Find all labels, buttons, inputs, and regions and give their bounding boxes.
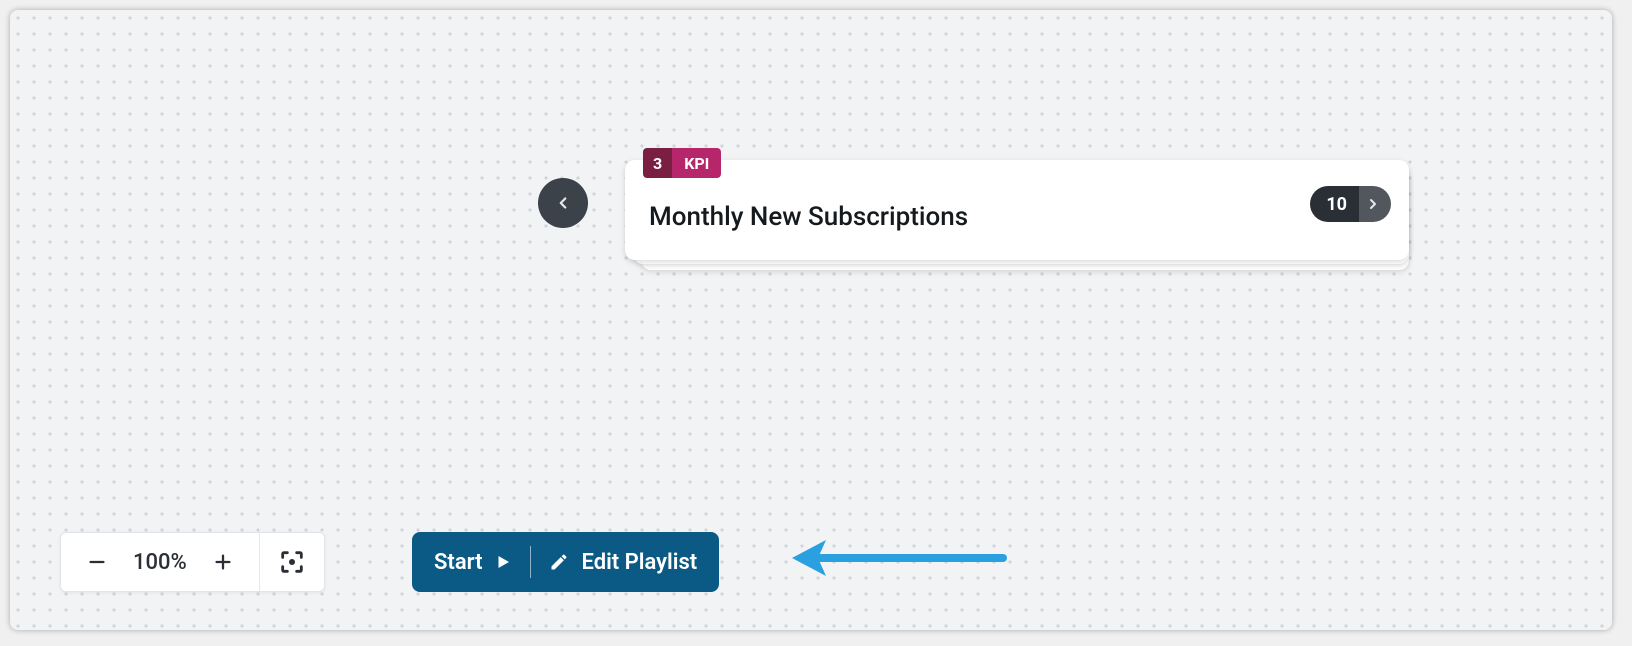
playlist-card[interactable]: 3 KPI Monthly New Subscriptions 10 bbox=[625, 160, 1409, 260]
center-focus-icon bbox=[278, 548, 306, 576]
card-type-label: KPI bbox=[672, 148, 721, 178]
next-card-button[interactable]: 10 bbox=[1310, 186, 1391, 222]
minus-icon bbox=[86, 551, 108, 573]
card-total-count: 10 bbox=[1310, 186, 1359, 222]
card-index-badge: 3 bbox=[643, 148, 672, 178]
plus-icon bbox=[212, 551, 234, 573]
dashboard-canvas[interactable]: 3 KPI Monthly New Subscriptions 10 bbox=[10, 10, 1612, 630]
prev-card-button[interactable] bbox=[538, 178, 588, 228]
annotation-arrow-icon bbox=[788, 528, 1008, 588]
zoom-out-button[interactable] bbox=[79, 544, 115, 580]
playlist-card-stack: 3 KPI Monthly New Subscriptions 10 bbox=[625, 160, 1405, 260]
start-button[interactable]: Start bbox=[434, 550, 512, 575]
start-label: Start bbox=[434, 550, 482, 575]
edit-playlist-button[interactable]: Edit Playlist bbox=[549, 550, 697, 575]
fit-to-screen-button[interactable] bbox=[260, 533, 324, 591]
edit-playlist-label: Edit Playlist bbox=[581, 550, 697, 575]
zoom-in-button[interactable] bbox=[205, 544, 241, 580]
action-separator bbox=[530, 546, 531, 578]
zoom-controls: 100% bbox=[60, 532, 325, 592]
chevron-left-icon bbox=[554, 194, 572, 212]
card-type-badge: 3 KPI bbox=[643, 148, 721, 178]
zoom-level-label: 100% bbox=[129, 550, 191, 575]
chevron-right-icon bbox=[1359, 186, 1391, 222]
pencil-icon bbox=[549, 552, 569, 572]
card-title: Monthly New Subscriptions bbox=[649, 202, 968, 232]
play-icon bbox=[494, 553, 512, 571]
playlist-action-bar: Start Edit Playlist bbox=[412, 532, 719, 592]
